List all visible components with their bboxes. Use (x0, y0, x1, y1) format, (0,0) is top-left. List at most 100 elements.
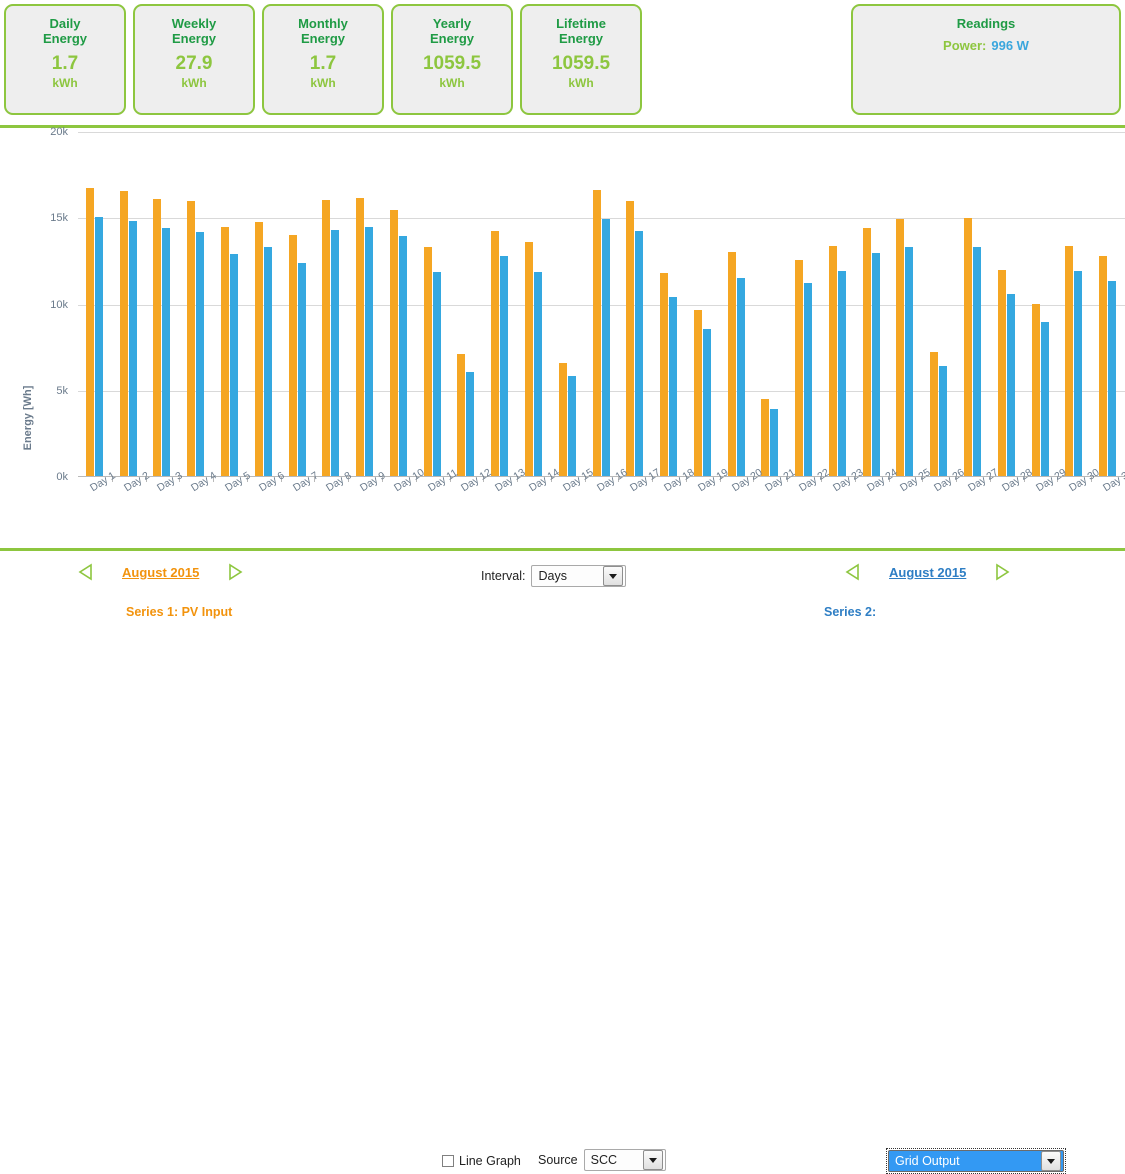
card-title: Weekly Energy (172, 16, 217, 46)
bar-group (828, 131, 847, 476)
y-axis-tick-label: 0k (56, 471, 68, 483)
left-month-nav: August 2015 (78, 563, 243, 581)
bar-series1 (1099, 256, 1108, 476)
card-unit: kWh (439, 76, 465, 90)
triangle-left-icon (78, 563, 92, 581)
bar-series1 (288, 235, 297, 476)
card-unit: kWh (568, 76, 594, 90)
bar-series2 (702, 328, 711, 476)
bar-group (795, 131, 813, 476)
bar-group (153, 131, 171, 476)
right-month-nav: August 2015 (845, 563, 1010, 581)
bar-group (356, 131, 374, 476)
bar-series1 (964, 218, 973, 476)
bar-series2 (905, 247, 914, 476)
card-value: 1059.5 (551, 53, 611, 74)
y-axis-tick-label: 15k (50, 212, 68, 225)
bar-series1 (592, 189, 601, 476)
bar-group (727, 131, 746, 476)
bar-series1 (828, 245, 837, 476)
energy-card-yearly: Yearly Energy 1059.5 kWh (391, 4, 513, 115)
prev-month-left-button[interactable] (78, 563, 94, 581)
bar-series1 (220, 226, 229, 476)
bar-group (1065, 131, 1083, 476)
bar-group (1099, 131, 1117, 476)
card-title: Lifetime Energy (556, 16, 606, 46)
interval-control: Interval: Days (481, 565, 627, 587)
source-label: Source (538, 1153, 578, 1167)
bar-series1 (862, 228, 871, 476)
solar-dashboard: Daily Energy 1.7 kWh Weekly Energy 27.9 … (0, 0, 1125, 1174)
bar-series1 (930, 351, 939, 476)
bar-group (693, 131, 712, 476)
interval-select[interactable]: Days (531, 565, 627, 587)
bar-series2 (635, 231, 644, 476)
divider-top (0, 125, 1125, 128)
bar-series1 (356, 198, 365, 476)
series2-select[interactable]: Grid Output (888, 1150, 1064, 1172)
energy-card-lifetime: Lifetime Energy 1059.5 kWh (520, 4, 642, 115)
bar-series2 (567, 375, 576, 476)
card-title-line2: Energy (171, 31, 217, 46)
bar-group (930, 131, 948, 476)
bar-series1 (626, 200, 635, 476)
line-graph-label: Line Graph (459, 1154, 521, 1168)
card-value: 1.7 (51, 53, 79, 74)
bar-series1 (896, 218, 905, 476)
next-month-left-button[interactable] (227, 563, 243, 581)
bar-group (322, 131, 340, 476)
next-month-right-button[interactable] (994, 563, 1010, 581)
chevron-down-icon (603, 566, 624, 586)
bar-series1 (795, 260, 804, 476)
bar-series2 (804, 282, 813, 476)
card-title-line1: Weekly (171, 16, 217, 31)
bar-series2 (1040, 321, 1049, 476)
energy-card-monthly: Monthly Energy 1.7 kWh (262, 4, 384, 115)
bar-series2 (770, 408, 779, 476)
source-select[interactable]: SCC (583, 1149, 666, 1171)
bar-group (457, 131, 475, 476)
bar-series1 (153, 199, 162, 476)
bar-series1 (423, 246, 432, 476)
bar-series1 (119, 191, 128, 476)
prev-month-right-button[interactable] (845, 563, 861, 581)
chevron-down-icon (1041, 1151, 1061, 1171)
bar-series1 (727, 251, 736, 476)
bar-series2 (939, 366, 948, 476)
bar-group (491, 131, 509, 476)
triangle-left-icon (845, 563, 859, 581)
chevron-down-icon (642, 1150, 663, 1170)
line-graph-control: Line Graph (442, 1154, 521, 1168)
energy-card-daily: Daily Energy 1.7 kWh (4, 4, 126, 115)
interval-value: Days (538, 569, 567, 583)
bar-group (187, 131, 205, 476)
power-label: Power: (943, 38, 987, 53)
bar-series2 (432, 271, 441, 476)
card-value: 1.7 (309, 53, 337, 74)
bar-group (558, 131, 577, 476)
triangle-right-icon (996, 563, 1010, 581)
triangle-right-icon (229, 563, 243, 581)
x-axis-labels: Day 1 Day 2 Day 3 Day 4 Day 5 Day 6 Day 7 Day 8… (78, 466, 1125, 544)
bar-series1 (660, 273, 669, 476)
bar-series2 (297, 262, 306, 476)
line-graph-checkbox[interactable] (442, 1155, 454, 1167)
left-month-link[interactable]: August 2015 (122, 565, 199, 580)
bar-group (862, 131, 881, 476)
card-unit: kWh (310, 76, 336, 90)
readings-title: Readings (956, 16, 1016, 31)
card-title-line1: Daily (49, 16, 81, 31)
card-title: Yearly Energy (430, 16, 474, 46)
bar-series2 (837, 270, 846, 476)
bar-series2 (162, 228, 171, 476)
y-axis-tick-label: 10k (50, 298, 68, 311)
bar-series2 (871, 253, 880, 476)
bar-group (524, 131, 543, 476)
bar-group (660, 131, 678, 476)
bar-series1 (457, 354, 466, 476)
y-axis-tick-label: 20k (50, 126, 68, 138)
bar-series2 (365, 226, 374, 476)
bar-group (592, 131, 611, 476)
right-month-link[interactable]: August 2015 (889, 565, 966, 580)
bar-series1 (254, 222, 263, 476)
